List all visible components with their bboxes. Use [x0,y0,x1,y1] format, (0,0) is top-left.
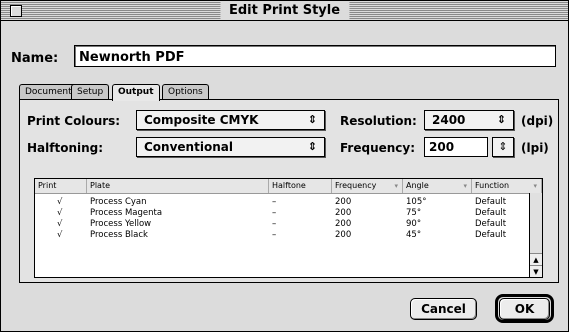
frequency-cell: 200 [335,208,352,218]
print-check-icon[interactable]: √ [57,230,62,241]
sort-arrow-icon: ▾ [463,182,467,190]
sort-arrow-icon: ▾ [394,182,398,190]
table-row[interactable]: √ Process Cyan – 200 105° Default [35,197,528,208]
frequency-stepper-icon[interactable]: ⇕ [492,137,514,157]
column-header-frequency[interactable]: Frequency ▾ [332,179,403,193]
close-box-icon[interactable] [10,5,22,17]
frequency-header-label: Frequency [335,181,377,190]
column-header-print[interactable]: Print [35,179,87,193]
resolution-value: 2400 [432,113,466,127]
name-field[interactable] [74,45,556,68]
print-check-icon[interactable]: √ [57,219,62,230]
scroll-up-arrow-icon[interactable]: ▲ [530,253,542,265]
angle-header-label: Angle [406,181,429,190]
halftone-cell: – [272,219,277,229]
tab-setup[interactable]: Setup [71,84,110,100]
column-header-angle[interactable]: Angle ▾ [403,179,472,193]
table-header: Print Plate Halftone Frequency ▾ Angle ▾… [35,179,542,194]
function-header-label: Function [475,181,510,190]
frequency-cell: 200 [335,197,352,207]
angle-cell: 45° [406,230,422,240]
halftoning-value: Conventional [144,140,233,154]
frequency-label: Frequency: [340,141,416,155]
dialog-title: Edit Print Style [219,2,350,19]
tab-output[interactable]: Output [112,84,160,101]
tab-document[interactable]: Document [19,84,78,100]
tab-options[interactable]: Options [162,84,209,100]
function-cell: Default [475,219,507,229]
column-header-function[interactable]: Function ▾ [472,179,542,193]
print-check-icon[interactable]: √ [57,208,62,219]
name-label: Name: [11,51,59,66]
table-scrollbar[interactable]: ▲ ▼ [529,193,542,277]
function-cell: Default [475,230,507,240]
frequency-cell: 200 [335,230,352,240]
halftone-cell: – [272,230,277,240]
column-header-plate[interactable]: Plate [87,179,269,193]
print-check-icon[interactable]: √ [57,197,62,208]
print-colours-label: Print Colours: [27,114,121,128]
popup-arrows-icon: ⇕ [307,140,317,153]
halftone-cell: – [272,197,277,207]
scroll-down-arrow-icon[interactable]: ▼ [530,265,542,277]
plate-cell: Process Black [90,230,148,240]
table-row[interactable]: √ Process Yellow – 200 90° Default [35,219,528,230]
frequency-field[interactable]: 200 [424,137,488,157]
halftoning-label: Halftoning: [27,141,104,155]
angle-cell: 105° [406,197,427,207]
plates-table: Print Plate Halftone Frequency ▾ Angle ▾… [34,178,543,278]
resolution-label: Resolution: [340,114,417,128]
halftoning-popup[interactable]: Conventional ⇕ [136,137,325,157]
function-cell: Default [475,197,507,207]
cancel-button[interactable]: Cancel [410,298,477,320]
plate-cell: Process Magenta [90,208,163,218]
angle-cell: 90° [406,219,422,229]
function-cell: Default [475,208,507,218]
plate-cell: Process Yellow [90,219,152,229]
frequency-unit: (lpi) [521,141,549,155]
column-header-halftone[interactable]: Halftone [269,179,332,193]
resolution-unit: (dpi) [521,114,554,128]
popup-arrows-icon: ⇕ [307,113,317,126]
frequency-cell: 200 [335,219,352,229]
print-colours-value: Composite CMYK [144,113,259,127]
plate-cell: Process Cyan [90,197,147,207]
edit-print-style-dialog: Edit Print Style Name: Document Setup Ou… [0,0,569,332]
title-bar[interactable]: Edit Print Style [1,1,568,21]
table-row[interactable]: √ Process Black – 200 45° Default [35,230,528,241]
name-input[interactable] [75,47,549,68]
print-colours-popup[interactable]: Composite CMYK ⇕ [136,110,325,130]
halftone-cell: – [272,208,277,218]
ok-button[interactable]: OK [499,298,550,320]
table-row[interactable]: √ Process Magenta – 200 75° Default [35,208,528,219]
sort-arrow-icon: ▾ [533,182,537,190]
resolution-popup[interactable]: 2400 ⇕ [424,110,514,130]
popup-arrows-icon: ⇕ [496,113,506,126]
angle-cell: 75° [406,208,422,218]
